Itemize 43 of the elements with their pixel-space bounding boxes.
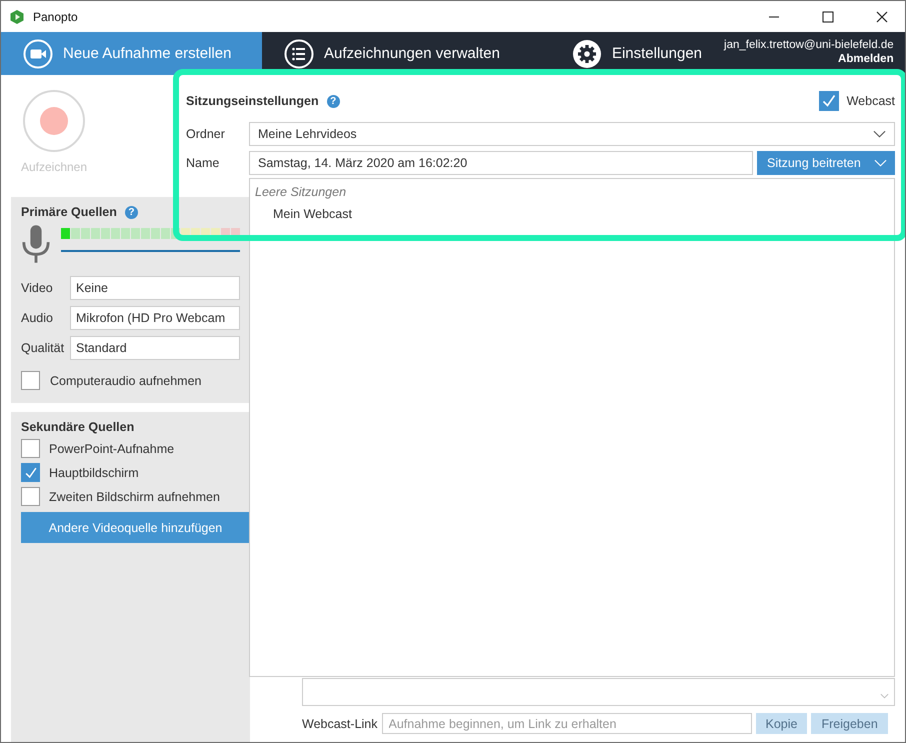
source-select[interactable]: Mikrofon (HD Pro Webcam xyxy=(70,306,240,330)
section-title: Primäre Quellen xyxy=(21,205,117,219)
webcast-link-label: Webcast-Link xyxy=(302,716,378,730)
checkbox-label: Hauptbildschirm xyxy=(49,466,139,480)
folder-select[interactable]: Meine Lehrvideos xyxy=(249,122,895,146)
user-email: jan_felix.trettow@uni-bielefeld.de xyxy=(724,38,894,50)
dropdown-group-label: Leere Sitzungen xyxy=(255,185,348,199)
record-label: Aufzeichnen xyxy=(20,160,88,174)
section-title: Sekundäre Quellen xyxy=(21,420,136,434)
app-logo-icon xyxy=(9,8,25,24)
chevron-down-icon xyxy=(880,693,889,699)
close-icon[interactable] xyxy=(876,10,888,22)
webcast-checkbox[interactable] xyxy=(818,91,839,111)
chevron-down-icon xyxy=(873,130,886,138)
source-checkbox[interactable] xyxy=(21,487,40,506)
computer-audio-checkbox[interactable] xyxy=(21,371,40,390)
webcast-label: Webcast xyxy=(846,94,895,108)
video-camera-icon xyxy=(23,38,53,68)
source-checkbox[interactable] xyxy=(21,463,40,482)
dropdown-item[interactable]: Mein Webcast xyxy=(255,207,889,221)
maximize-icon[interactable] xyxy=(822,10,834,22)
source-select[interactable]: Standard xyxy=(70,336,240,360)
settings-icon xyxy=(572,38,602,68)
checkbox-label: PowerPoint-Aufnahme xyxy=(49,442,174,456)
window-title: Panopto xyxy=(33,10,78,24)
source-select[interactable]: Keine xyxy=(70,276,240,300)
list-icon xyxy=(284,38,314,68)
chevron-down-icon xyxy=(874,159,887,167)
source-label: Qualität xyxy=(21,341,66,355)
checkbox-label: Zweiten Bildschirm aufnehmen xyxy=(49,490,220,504)
nav-tab[interactable]: Aufzeichnungen verwalten xyxy=(262,32,550,75)
microphone-icon xyxy=(21,224,51,264)
source-label: Audio xyxy=(21,311,54,325)
source-checkbox[interactable] xyxy=(21,439,40,458)
section-title: Sitzungseinstellungen xyxy=(186,94,319,108)
webcast-link-field[interactable]: Aufnahme beginnen, um Link zu erhalten xyxy=(382,713,752,734)
checkbox-label: Computeraudio aufnehmen xyxy=(50,374,202,388)
name-field[interactable]: Samstag, 14. März 2020 am 16:02:20 xyxy=(249,151,753,175)
name-label: Name xyxy=(186,156,220,170)
folder-label: Ordner xyxy=(186,127,226,141)
logout-link[interactable]: Abmelden xyxy=(838,52,894,64)
source-label: Video xyxy=(21,281,54,295)
nav-tab[interactable]: Einstellungen xyxy=(550,32,724,75)
